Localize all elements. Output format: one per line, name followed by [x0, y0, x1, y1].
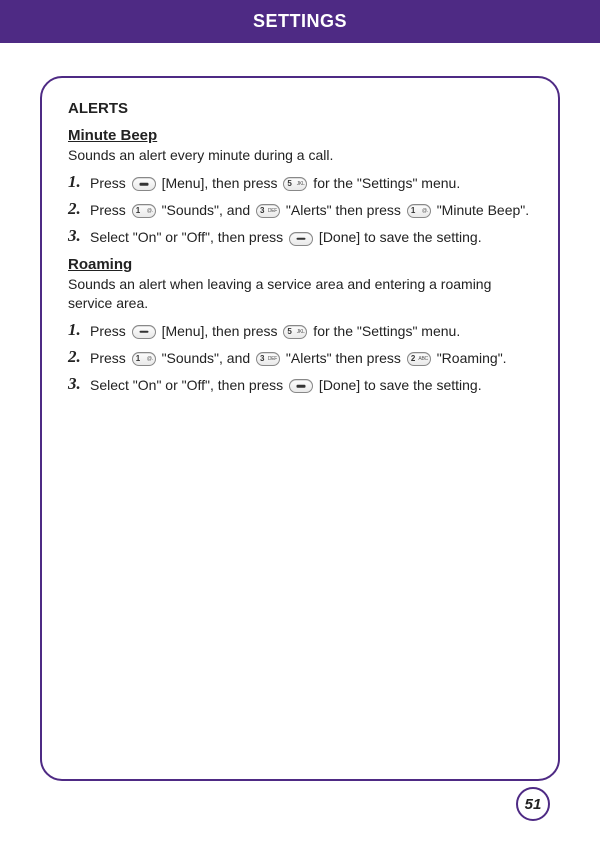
- header-bar: SETTINGS: [0, 0, 600, 43]
- softkey-icon: [132, 177, 156, 191]
- step-text: Select "On" or "Off", then press [Done] …: [90, 227, 482, 247]
- page-number: 51: [516, 787, 550, 821]
- step-text: Press 1@. "Sounds", and 3DEF "Alerts" th…: [90, 200, 529, 220]
- step-text: Press 1@. "Sounds", and 3DEF "Alerts" th…: [90, 348, 507, 368]
- page-title: SETTINGS: [253, 11, 347, 32]
- minute-beep-heading: Minute Beep: [68, 127, 532, 144]
- content-frame: ALERTS Minute Beep Sounds an alert every…: [40, 76, 560, 781]
- step-number: 3.: [68, 375, 90, 394]
- step-text: Press [Menu], then press 5JKL for the "S…: [90, 173, 460, 193]
- key-5-icon: 5JKL: [283, 177, 307, 191]
- key-5-icon: 5JKL: [283, 325, 307, 339]
- step-item: 3.Select "On" or "Off", then press [Done…: [68, 227, 532, 247]
- step-number: 2.: [68, 348, 90, 367]
- key-2-icon: 2ABC: [407, 352, 431, 366]
- key-1-icon: 1@.: [407, 204, 431, 218]
- softkey-icon: [289, 232, 313, 246]
- step-item: 3.Select "On" or "Off", then press [Done…: [68, 375, 532, 395]
- minute-beep-steps: 1.Press [Menu], then press 5JKL for the …: [68, 173, 532, 248]
- step-item: 2.Press 1@. "Sounds", and 3DEF "Alerts" …: [68, 348, 532, 368]
- softkey-icon: [132, 325, 156, 339]
- step-text: Select "On" or "Off", then press [Done] …: [90, 375, 482, 395]
- softkey-icon: [289, 379, 313, 393]
- step-item: 2.Press 1@. "Sounds", and 3DEF "Alerts" …: [68, 200, 532, 220]
- minute-beep-desc: Sounds an alert every minute during a ca…: [68, 146, 532, 165]
- step-item: 1.Press [Menu], then press 5JKL for the …: [68, 321, 532, 341]
- roaming-desc: Sounds an alert when leaving a service a…: [68, 275, 532, 313]
- step-number: 1.: [68, 173, 90, 192]
- key-3-icon: 3DEF: [256, 204, 280, 218]
- step-number: 3.: [68, 227, 90, 246]
- step-item: 1.Press [Menu], then press 5JKL for the …: [68, 173, 532, 193]
- step-text: Press [Menu], then press 5JKL for the "S…: [90, 321, 460, 341]
- key-3-icon: 3DEF: [256, 352, 280, 366]
- key-1-icon: 1@.: [132, 352, 156, 366]
- section-heading: ALERTS: [68, 100, 532, 117]
- roaming-heading: Roaming: [68, 256, 532, 273]
- step-number: 2.: [68, 200, 90, 219]
- key-1-icon: 1@.: [132, 204, 156, 218]
- step-number: 1.: [68, 321, 90, 340]
- roaming-steps: 1.Press [Menu], then press 5JKL for the …: [68, 321, 532, 396]
